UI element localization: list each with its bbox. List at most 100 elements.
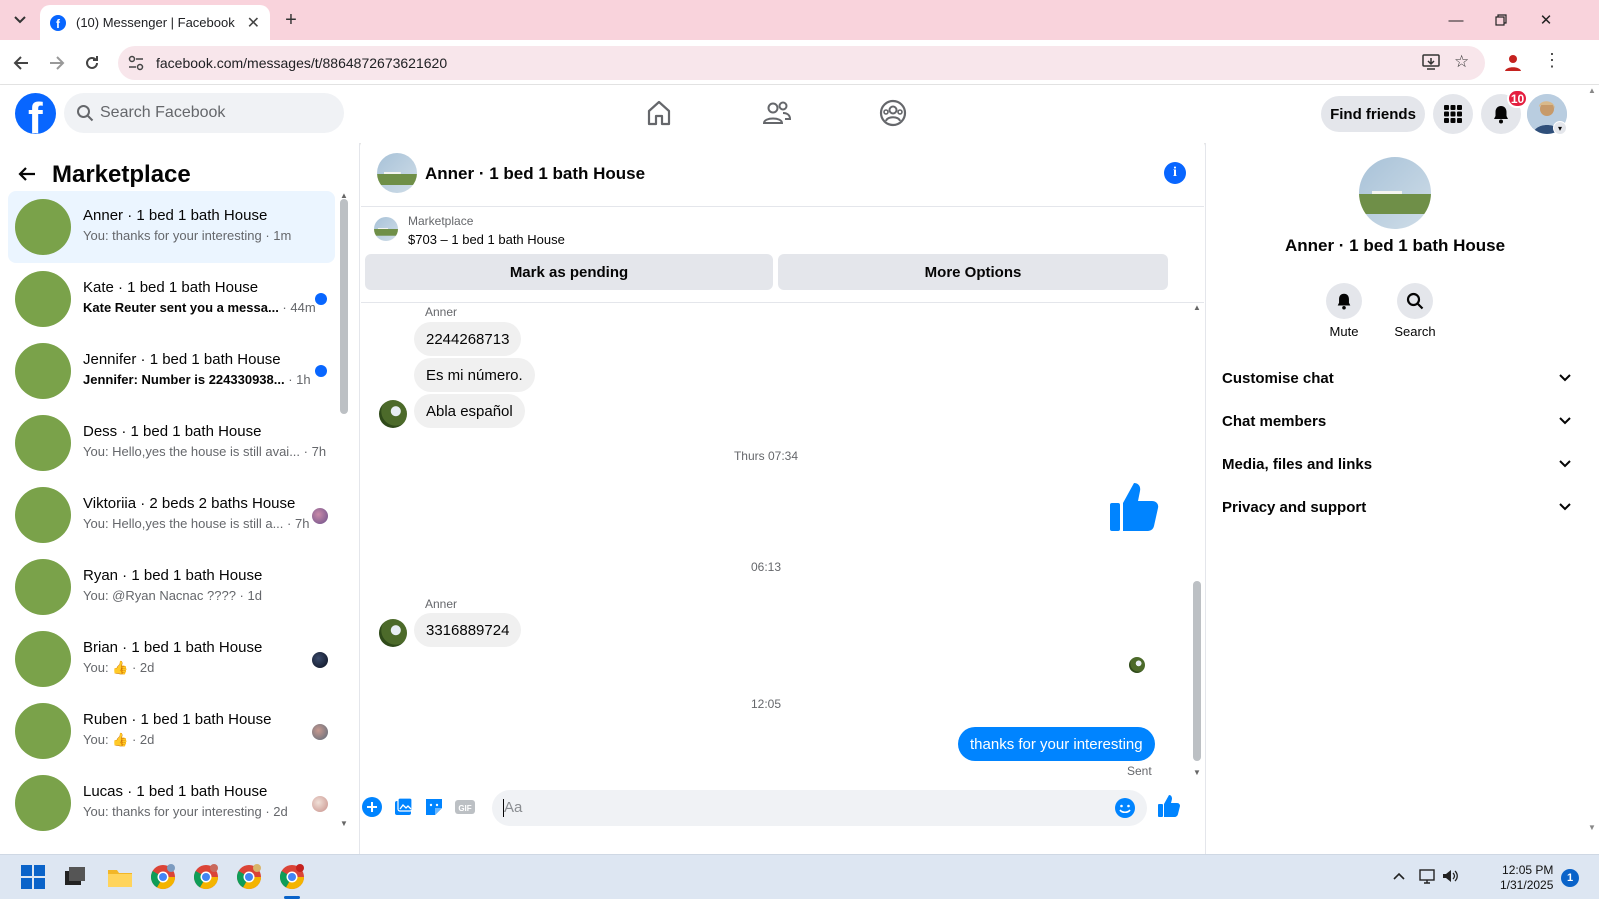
conversation-name: Ryan · 1 bed 1 bath House [83, 567, 263, 584]
chevron-up-icon[interactable] [1392, 871, 1406, 881]
chrome-icon[interactable] [148, 862, 178, 892]
notification-center-badge[interactable]: 1 [1561, 869, 1579, 887]
conversation-thumbnail [15, 199, 71, 255]
sticker-icon[interactable] [423, 796, 445, 818]
reload-button[interactable] [79, 50, 105, 76]
browser-tab[interactable]: f (10) Messenger | Facebook ✕ [40, 5, 270, 40]
groups-icon[interactable] [877, 97, 909, 129]
url-text[interactable]: facebook.com/messages/t/8864872673621620 [156, 55, 447, 71]
mute-button[interactable]: Mute [1314, 283, 1374, 339]
conversation-item[interactable]: Ruben · 1 bed 1 bath House You: 👍 · 2d [8, 695, 335, 767]
grid-menu-icon [1444, 105, 1462, 123]
address-bar[interactable]: facebook.com/messages/t/8864872673621620… [118, 46, 1485, 80]
bookmark-star-icon[interactable]: ☆ [1454, 52, 1469, 72]
close-window-button[interactable]: ✕ [1531, 8, 1561, 32]
timestamp-divider: Thurs 07:34 [733, 449, 799, 463]
sender-avatar[interactable] [379, 400, 407, 428]
friends-icon[interactable] [761, 97, 793, 129]
conversation-item[interactable]: Ryan · 1 bed 1 bath House You: @Ryan Nacn… [8, 551, 335, 623]
browser-menu-icon[interactable]: ⋮ [1543, 50, 1561, 71]
tab-search-button[interactable] [8, 8, 32, 32]
gallery-icon[interactable] [392, 796, 414, 818]
incoming-message[interactable]: 3316889724 [414, 613, 522, 647]
conversation-item[interactable]: Lucas · 1 bed 1 bath House You: thanks fo… [8, 767, 335, 839]
arrow-left-icon [13, 56, 28, 70]
scroll-down-icon[interactable]: ▼ [1193, 768, 1201, 777]
back-button[interactable] [8, 50, 34, 76]
incoming-message[interactable]: Es mi número. [414, 358, 535, 392]
conversation-avatar[interactable] [1359, 157, 1431, 229]
info-icon[interactable]: i [1164, 162, 1186, 184]
chat-title[interactable]: Anner · 1 bed 1 bath House [425, 164, 645, 184]
chrome-icon[interactable] [234, 862, 264, 892]
find-friends-button[interactable]: Find friends [1321, 96, 1425, 132]
scrollbar-thumb[interactable] [1193, 581, 1201, 761]
customise-chat-section[interactable]: Customise chat [1222, 358, 1572, 398]
conversation-preview: You: @Ryan Nacnac ???? [83, 588, 236, 603]
chat-avatar[interactable] [377, 153, 417, 193]
file-explorer-icon[interactable] [105, 862, 135, 892]
more-options-button[interactable]: More Options [778, 254, 1168, 290]
conversation-item[interactable]: Anner · 1 bed 1 bath House You: thanks fo… [8, 191, 335, 263]
windows-start-icon[interactable] [18, 862, 48, 892]
network-icon[interactable] [1418, 867, 1436, 885]
thumbs-up-sticker-icon[interactable] [1108, 481, 1160, 533]
scrollbar-thumb[interactable] [340, 199, 348, 414]
outgoing-message[interactable]: thanks for your interesting [958, 727, 1155, 761]
listing-title[interactable]: $703 – 1 bed 1 bath House [408, 232, 565, 247]
conversation-item[interactable]: Dess · 1 bed 1 bath House You: Hello,yes … [8, 407, 335, 479]
page-scroll-down-icon[interactable]: ▼ [1588, 823, 1596, 832]
profile-icon[interactable] [1502, 51, 1524, 73]
thread-scrollbar[interactable]: ▲ ▼ [1191, 303, 1203, 781]
facebook-logo-icon[interactable]: f [15, 93, 56, 134]
back-arrow-icon[interactable] [18, 162, 36, 188]
new-tab-button[interactable]: + [279, 8, 303, 32]
chat-members-section[interactable]: Chat members [1222, 401, 1572, 441]
account-chevron-icon[interactable]: ▾ [1553, 121, 1567, 135]
conversation-preview-line: You: thanks for your interesting · 1m [83, 228, 291, 243]
forward-button[interactable] [44, 50, 70, 76]
site-info-icon[interactable] [126, 53, 146, 73]
listing-thumbnail[interactable] [374, 217, 398, 241]
search-placeholder: Search Facebook [100, 104, 226, 121]
chevron-down-icon [14, 16, 26, 24]
minimize-button[interactable]: — [1441, 8, 1471, 32]
media-files-links-section[interactable]: Media, files and links [1222, 444, 1572, 484]
close-tab-icon[interactable]: ✕ [247, 13, 260, 33]
conversation-thumbnail [15, 487, 71, 543]
conversation-item[interactable]: Brian · 1 bed 1 bath House You: 👍 · 2d [8, 623, 335, 695]
conversation-item[interactable]: Kate · 1 bed 1 bath House Kate Reuter sen… [8, 263, 335, 335]
incoming-message[interactable]: 2244268713 [414, 322, 522, 356]
taskbar-clock[interactable]: 12:05 PM 1/31/2025 [1500, 863, 1553, 893]
thumbs-up-icon[interactable] [1157, 794, 1181, 818]
volume-icon[interactable] [1441, 867, 1459, 885]
sender-avatar[interactable] [379, 619, 407, 647]
conversation-preview: Jennifer: Number is 224330938... [83, 372, 285, 387]
chrome-icon[interactable] [277, 862, 307, 892]
conversation-name: Dess · 1 bed 1 bath House [83, 423, 262, 440]
chrome-icon[interactable] [191, 862, 221, 892]
conversation-name: Jennifer · 1 bed 1 bath House [83, 351, 281, 368]
chat-list-scrollbar[interactable]: ▲ ▼ [339, 191, 349, 831]
message-input[interactable]: Aa [492, 790, 1147, 826]
gif-icon[interactable]: GIF [454, 796, 476, 818]
menu-button[interactable] [1433, 94, 1473, 134]
conversation-time: · 2d [128, 732, 155, 747]
facebook-search-input[interactable]: Search Facebook [64, 93, 344, 133]
scroll-down-icon[interactable]: ▼ [340, 819, 348, 828]
chat-header: Anner · 1 bed 1 bath House i [361, 143, 1204, 207]
restore-button[interactable] [1486, 8, 1516, 32]
incoming-message[interactable]: Abla español [414, 394, 525, 428]
task-view-icon[interactable] [60, 862, 90, 892]
search-in-conversation-button[interactable]: Search [1385, 283, 1445, 339]
scroll-up-icon[interactable]: ▲ [1193, 303, 1201, 312]
install-app-icon[interactable] [1421, 52, 1441, 72]
mark-as-pending-button[interactable]: Mark as pending [365, 254, 773, 290]
home-icon[interactable] [643, 97, 675, 129]
conversation-item[interactable]: Jennifer · 1 bed 1 bath House Jennifer: N… [8, 335, 335, 407]
emoji-icon[interactable] [1114, 797, 1136, 819]
plus-circle-icon[interactable] [361, 796, 383, 818]
page-scroll-up-icon[interactable]: ▲ [1588, 86, 1596, 95]
privacy-support-section[interactable]: Privacy and support [1222, 487, 1572, 527]
conversation-item[interactable]: Viktoriia · 2 beds 2 baths House You: Hel… [8, 479, 335, 551]
